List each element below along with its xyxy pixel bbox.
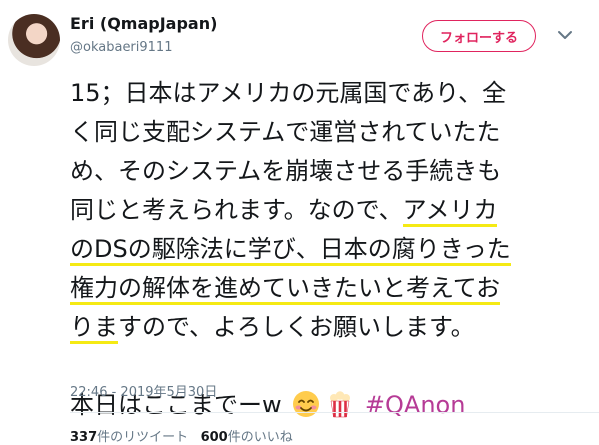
retweet-count: 337 (70, 430, 98, 445)
hashtag-link[interactable]: #QAnon (365, 391, 466, 419)
tweet-line: 同じと考えられます。なので、アメリカ (70, 191, 590, 230)
divider (70, 412, 599, 413)
chevron-down-icon[interactable] (556, 26, 574, 44)
timestamp[interactable]: 22:46 - 2019年5月30日 (70, 381, 217, 400)
highlighted-text: 権力の解体を進めていきたいと考えてお (70, 274, 501, 305)
tweet-text-segment: 同じと考えられます。なので、 (70, 196, 403, 224)
like-count: 600 (200, 430, 228, 445)
popcorn-icon (330, 391, 351, 418)
follow-button[interactable]: フォローする (422, 20, 536, 52)
tweet-text-segment: すので、よろしくお願いします。 (118, 313, 475, 341)
avatar[interactable] (8, 14, 60, 66)
tweet-line: のDSの駆除法に学び、日本の腐りきった (70, 230, 590, 269)
tweet-line: 15；日本はアメリカの元属国であり、全 (70, 79, 507, 107)
tweet-line: りますので、よろしくお願いします。 (70, 308, 590, 347)
retweet-label: 件のリツイート (97, 430, 189, 445)
tweet-stats: 337件のリツイート 600件のいいね (70, 426, 293, 445)
like-label: 件のいいね (227, 430, 293, 445)
smiling-face-with-hearts-icon (293, 391, 320, 417)
like-stat[interactable]: 600件のいいね (201, 430, 293, 445)
retweet-stat[interactable]: 337件のリツイート (70, 430, 188, 445)
user-handle[interactable]: @okabaeri9111 (70, 40, 172, 55)
tweet-text: 15；日本はアメリカの元属国であり、全 く同じ支配システムで運営されていたた め… (70, 74, 590, 425)
display-name[interactable]: Eri (QmapJapan) (70, 14, 217, 33)
tweet-line: く同じ支配システムで運営されていたた (70, 118, 501, 146)
highlighted-text: りま (70, 313, 118, 344)
highlighted-text: のDSの駆除法に学び、日本の腐りきった (70, 235, 511, 266)
highlighted-text: アメリカ (402, 196, 498, 227)
tweet-line: 権力の解体を進めていきたいと考えてお (70, 269, 590, 308)
tweet-line: め、そのシステムを崩壊させる手続きも (70, 157, 502, 185)
